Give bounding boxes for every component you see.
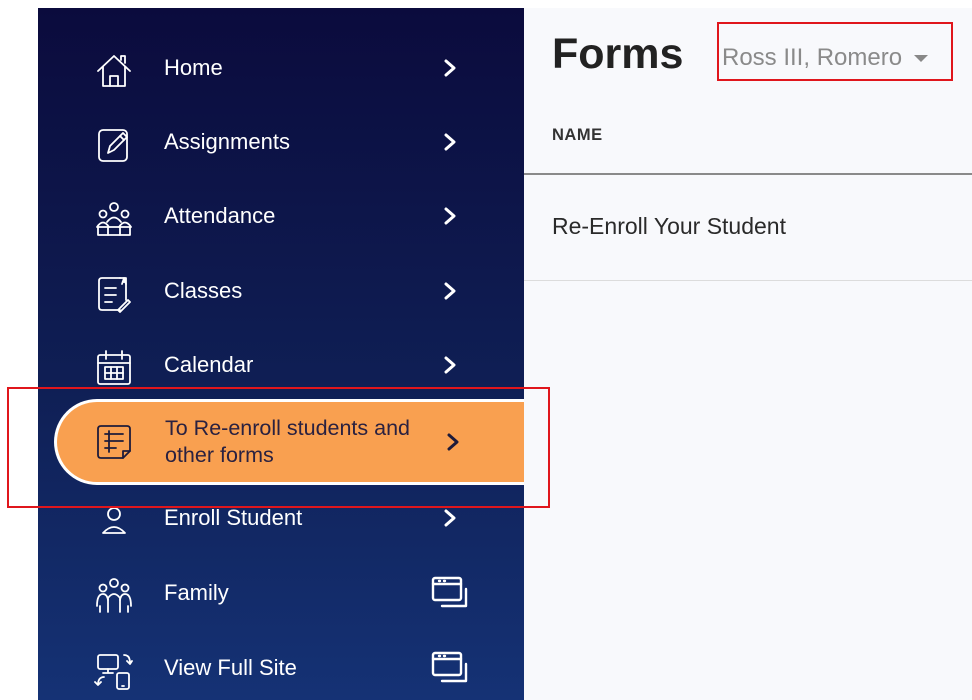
sidebar-item-forms[interactable]: To Re-enroll students and other forms [54, 399, 524, 485]
sidebar-item-attendance[interactable]: Attendance [38, 186, 524, 246]
family-icon [93, 575, 135, 617]
sidebar-item-classes[interactable]: Classes [38, 261, 524, 321]
sidebar-item-label: Home [164, 55, 223, 80]
calendar-icon [93, 347, 135, 389]
sidebar-item-label: Family [164, 580, 229, 605]
sidebar-item-label: Attendance [164, 203, 276, 228]
page-title: Forms [552, 30, 684, 78]
sidebar-item-label: Calendar [164, 352, 254, 377]
home-icon [93, 50, 135, 92]
sidebar-item-label: Classes [164, 278, 243, 303]
caret-down-icon [914, 54, 929, 62]
chevron-right-icon [440, 58, 460, 78]
chevron-right-icon [440, 281, 460, 301]
sidebar-item-enroll-student[interactable]: Enroll Student [38, 488, 524, 548]
chevron-right-icon [440, 508, 460, 528]
group-attendance-icon [93, 198, 135, 240]
sidebar-item-view-full-site[interactable]: View Full Site [38, 638, 524, 698]
sidebar-item-calendar[interactable]: Calendar [38, 335, 524, 395]
external-window-icon [430, 575, 472, 611]
external-window-icon [430, 650, 472, 686]
chevron-right-icon [440, 132, 460, 152]
edit-document-icon [93, 124, 135, 166]
sidebar-item-home[interactable]: Home [38, 38, 524, 98]
sidebar-item-label: Enroll Student [164, 505, 303, 530]
form-list-icon [93, 421, 135, 463]
student-selector-value: Ross III, Romero [722, 44, 903, 71]
chevron-right-icon [443, 432, 463, 452]
sidebar-item-assignments[interactable]: Assignments [38, 112, 524, 172]
column-header-name: NAME [552, 126, 603, 144]
student-selector[interactable]: Ross III, Romero [720, 38, 950, 78]
sidebar-item-label: Assignments [164, 129, 290, 154]
form-name-cell[interactable]: Re-Enroll Your Student [552, 213, 786, 240]
person-icon [93, 500, 135, 542]
sidebar-nav: Home Assignments Attendance Classes Cale… [38, 8, 524, 700]
chevron-right-icon [440, 355, 460, 375]
main-content: Forms Ross III, Romero NAME Re-Enroll Yo… [524, 8, 972, 700]
sidebar-item-family[interactable]: Family [38, 563, 524, 623]
chevron-right-icon [440, 206, 460, 226]
sidebar-item-label: To Re-enroll students and other forms [165, 416, 411, 467]
class-document-icon [93, 273, 135, 315]
devices-switch-icon [93, 650, 135, 692]
table-row[interactable]: Re-Enroll Your Student [524, 175, 972, 281]
sidebar-item-label: View Full Site [164, 655, 297, 680]
